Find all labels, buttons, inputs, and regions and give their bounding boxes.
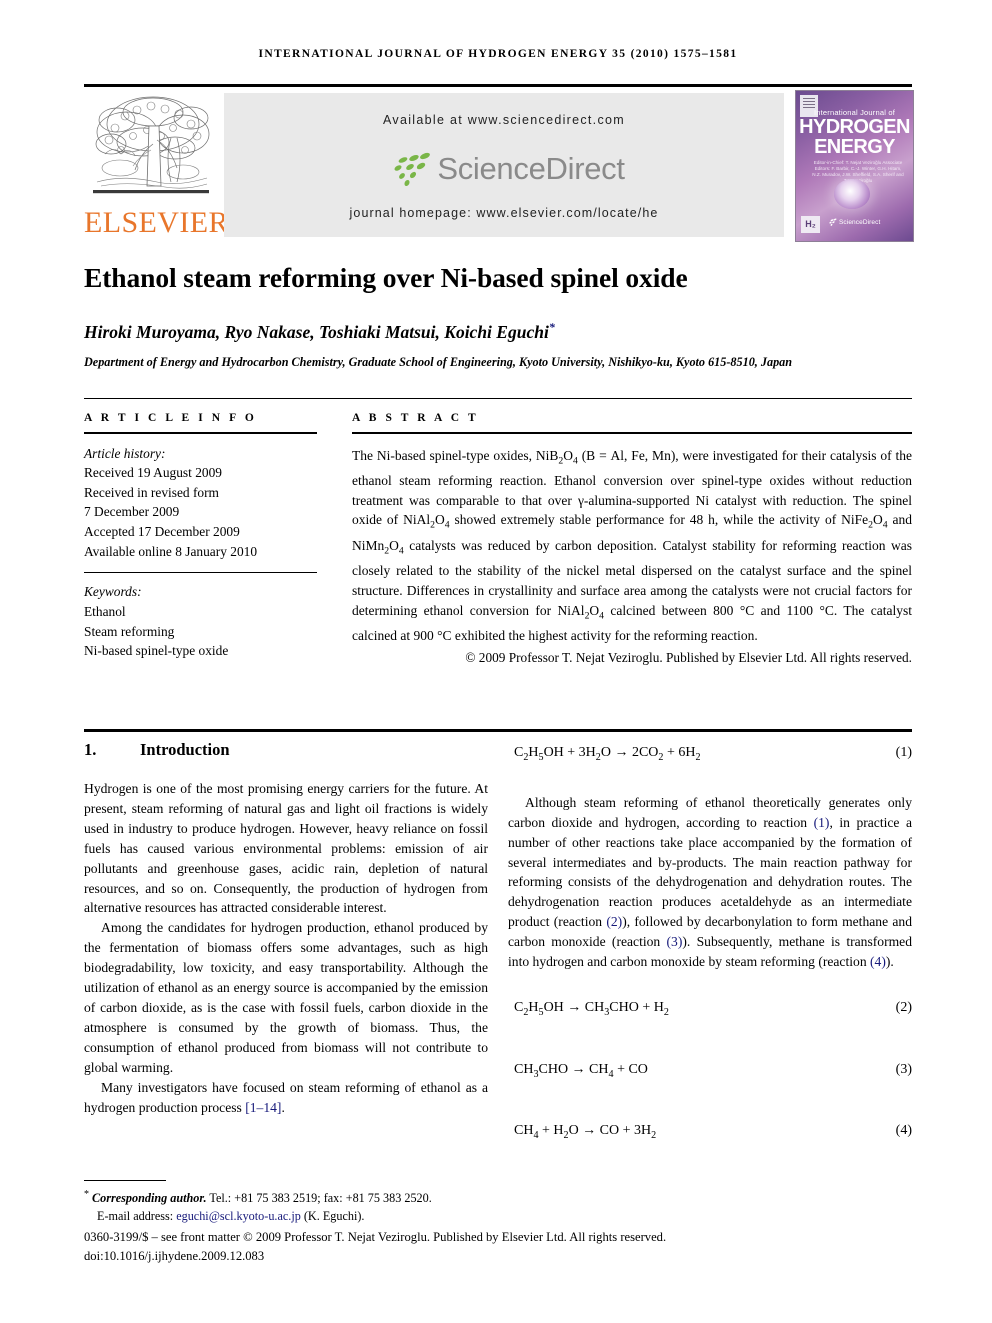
email-link[interactable]: eguchi@scl.kyoto-u.ac.jp (176, 1209, 301, 1223)
article-info-column: A R T I C L E I N F O Article history: R… (84, 412, 317, 661)
cover-title-line2: ENERGY (814, 136, 895, 158)
paragraph: Hydrogen is one of the most promising en… (84, 781, 488, 916)
equation-4: CH4 + H2O → CO + 3H2 (4) (508, 1121, 912, 1146)
equation-3: CH3CHO → CH4 + CO (3) (508, 1060, 912, 1085)
abstract-rule (352, 432, 912, 434)
reaction-link-1[interactable]: (1) (814, 815, 830, 830)
abstract-column: A B S T R A C T The Ni-based spinel-type… (352, 412, 912, 667)
equation-expression: C2H5OH + 3H2O → 2CO2 + 6H2 (514, 745, 701, 763)
article-info-heading: A R T I C L E I N F O (84, 412, 257, 424)
section-title: Introduction (140, 740, 230, 759)
elsevier-logo[interactable]: ELSEVIER (84, 90, 229, 240)
cover-title-line1: HYDROGEN (799, 116, 910, 138)
reaction-link-2[interactable]: (2) (606, 914, 622, 929)
journal-article-page: INTERNATIONAL JOURNAL OF HYDROGEN ENERGY… (0, 0, 992, 1323)
email-owner: (K. Eguchi). (300, 1209, 365, 1224)
body-left-column: 1. Introduction Hydrogen is one of the m… (84, 740, 488, 1117)
keywords-label: Keywords: (84, 584, 142, 600)
history-item: Received 19 August 2009 (84, 465, 222, 481)
footnote-star-marker: * (84, 1189, 89, 1200)
section-heading-introduction: 1. Introduction (84, 740, 488, 760)
equation-expression: C2H5OH → CH3CHO + H2 (514, 999, 669, 1018)
author-list: Hiroki Muroyama, Ryo Nakase, Toshiaki Ma… (84, 320, 912, 343)
abstract-text: The Ni-based spinel-type oxides, NiB2O4 … (352, 447, 912, 643)
body-right-column: C2H5OH + 3H2O → 2CO2 + 6H2 (1) Although … (508, 740, 912, 1145)
equation-1: C2H5OH + 3H2O → 2CO2 + 6H2 (1) (508, 743, 912, 768)
author-names: Hiroki Muroyama, Ryo Nakase, Toshiaki Ma… (84, 321, 549, 342)
article-info-rule (84, 432, 317, 434)
equation-expression: CH3CHO → CH4 + CO (514, 1061, 648, 1080)
abstract-heading: A B S T R A C T (352, 412, 479, 424)
page-title: Ethanol steam reforming over Ni-based sp… (84, 262, 688, 293)
doi-line: doi:10.1016/j.ijhydene.2009.12.083 (84, 1249, 265, 1263)
corresponding-author-label: Corresponding author. (92, 1191, 207, 1206)
sciencedirect-wordmark: ScienceDirect (437, 151, 625, 186)
equation-2: C2H5OH → CH3CHO + H2 (2) (508, 998, 912, 1023)
sciencedirect-banner: Available at www.sciencedirect.com Scien… (224, 93, 784, 237)
history-item: 7 December 2009 (84, 504, 180, 520)
journal-cover-thumbnail[interactable]: International Journal of HYDROGEN ENERGY… (795, 90, 914, 242)
paragraph-with-reaction-refs: Although steam reforming of ethanol theo… (508, 793, 912, 972)
cover-he-badge: H₂ (801, 216, 820, 233)
citation-link[interactable]: [1–14] (245, 1100, 281, 1115)
footnote-block: * Corresponding author. Tel.: +81 75 383… (84, 1186, 912, 1226)
elsevier-wordmark: ELSEVIER (84, 206, 229, 239)
keyword-item: Ni-based spinel-type oxide (84, 643, 229, 659)
corresponding-author-contact: Tel.: +81 75 383 2519; fax: +81 75 383 2… (206, 1191, 432, 1206)
sciencedirect-logo[interactable]: ScienceDirect (224, 147, 784, 191)
keywords-block: Keywords: Ethanol Steam reforming Ni-bas… (84, 582, 317, 660)
equation-expression: CH4 + H2O → CO + 3H2 (514, 1122, 657, 1141)
sciencedirect-leaves-icon (394, 152, 431, 187)
journal-header-band: ELSEVIER Available at www.sciencedirect.… (84, 90, 914, 242)
history-item: Accepted 17 December 2009 (84, 523, 240, 539)
equation-number: (3) (895, 1061, 912, 1077)
issn-copyright-block: 0360-3199/$ – see front matter © 2009 Pr… (84, 1228, 912, 1266)
journal-homepage-link[interactable]: journal homepage: www.elsevier.com/locat… (224, 206, 784, 220)
info-section-divider (84, 398, 912, 399)
cover-sciencedirect-badge: ScienceDirect (839, 219, 881, 226)
keyword-item: Steam reforming (84, 623, 175, 639)
available-at-text: Available at www.sciencedirect.com (383, 113, 625, 127)
paragraph: Among the candidates for hydrogen produc… (84, 920, 488, 1075)
running-head: INTERNATIONAL JOURNAL OF HYDROGEN ENERGY… (258, 48, 738, 60)
section-number: 1. (84, 740, 97, 759)
equation-number: (2) (895, 999, 912, 1015)
cover-orb-graphic (834, 179, 870, 209)
email-note: E-mail address: eguchi@scl.kyoto-u.ac.jp… (97, 1207, 912, 1225)
corresponding-author-note: * Corresponding author. Tel.: +81 75 383… (84, 1186, 912, 1207)
paragraph-text: Many investigators have focused on steam… (84, 1079, 488, 1115)
corresponding-author-marker[interactable]: * (549, 320, 555, 334)
header-divider (84, 84, 912, 87)
abstract-copyright: © 2009 Professor T. Nejat Veziroglu. Pub… (465, 649, 912, 665)
elsevier-tree-icon (93, 96, 210, 194)
history-item: Available online 8 January 2010 (84, 543, 258, 559)
email-label: E-mail address: (97, 1209, 177, 1224)
reaction-link-3[interactable]: (3) (667, 934, 683, 949)
text-part: , in practice a number of other reaction… (508, 814, 912, 930)
paragraph-with-citation: Many investigators have focused on steam… (84, 1078, 488, 1118)
equation-number: (4) (895, 1122, 912, 1138)
paragraph-text-end: . (281, 1099, 285, 1115)
affiliation: Department of Energy and Hydrocarbon Che… (84, 355, 793, 369)
keywords-rule (84, 572, 317, 574)
body-section-divider (84, 729, 912, 732)
article-history-block: Article history: Received 19 August 2009… (84, 444, 317, 562)
keyword-item: Ethanol (84, 603, 126, 619)
article-history-label: Article history: (84, 445, 166, 461)
text-part: ). (885, 954, 894, 970)
history-item: Received in revised form (84, 484, 219, 500)
equation-number: (1) (895, 745, 912, 760)
cover-sciencedirect-leaves-icon (829, 218, 837, 226)
footnote-divider (84, 1180, 166, 1181)
reaction-link-4[interactable]: (4) (870, 954, 886, 969)
issn-line: 0360-3199/$ – see front matter © 2009 Pr… (84, 1230, 667, 1244)
